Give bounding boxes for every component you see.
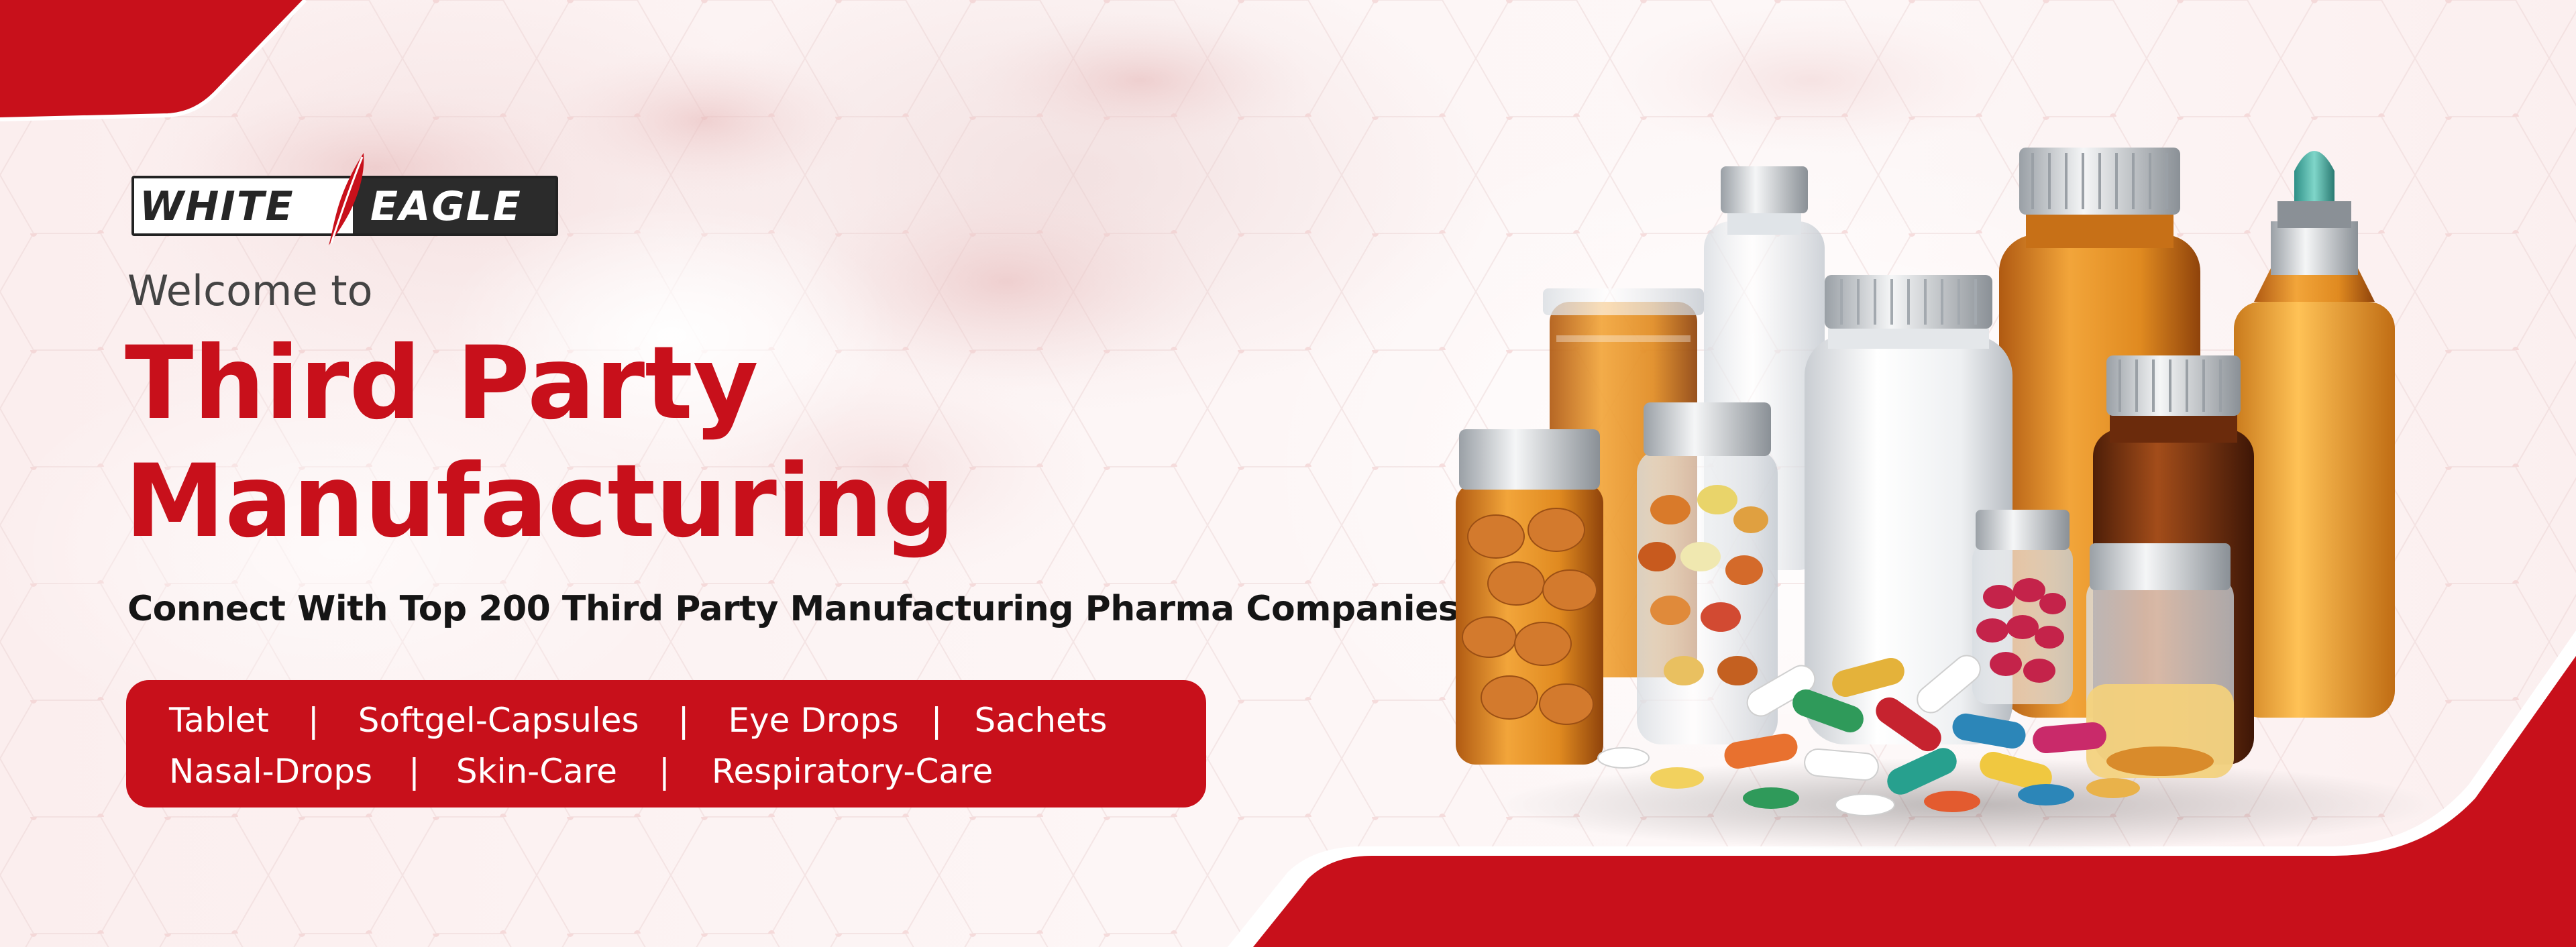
subheadline: Connect With Top 200 Third Party Manufac… (127, 589, 1459, 629)
hero-banner: WHITE EAGLE Welcome to Third Party Manuf… (0, 0, 2576, 947)
category-nasal-drops[interactable]: Nasal-Drops (169, 752, 372, 791)
welcome-text: Welcome to (127, 266, 373, 315)
logo-text-eagle: EAGLE (370, 183, 522, 230)
category-row-2: Nasal-Drops | Skin-Care | Respiratory-Ca… (169, 746, 1206, 797)
category-tablet[interactable]: Tablet (169, 701, 269, 740)
category-respiratory-care[interactable]: Respiratory-Care (712, 752, 993, 791)
page-title: Third Party Manufacturing (125, 325, 955, 561)
category-eye-drops[interactable]: Eye Drops (728, 701, 898, 740)
brand-logo[interactable]: WHITE EAGLE (131, 153, 561, 245)
category-row-1: Tablet | Softgel-Capsules | Eye Drops | … (169, 695, 1206, 746)
red-feather-icon (329, 153, 364, 245)
category-list: Tablet | Softgel-Capsules | Eye Drops | … (126, 680, 1206, 807)
category-separator: | (930, 701, 943, 740)
page-title-line-2: Manufacturing (125, 443, 955, 560)
category-sachets[interactable]: Sachets (975, 701, 1108, 740)
logo-text-white: WHITE (140, 183, 294, 230)
category-separator: | (307, 701, 319, 740)
category-separator: | (658, 752, 670, 791)
page-title-line-1: Third Party (125, 325, 759, 442)
category-separator: | (678, 701, 690, 740)
medicine-bottles-illustration (1456, 148, 2435, 852)
category-separator: | (409, 752, 420, 791)
category-softgel-capsules[interactable]: Softgel-Capsules (358, 701, 639, 740)
category-skin-care[interactable]: Skin-Care (456, 752, 617, 791)
